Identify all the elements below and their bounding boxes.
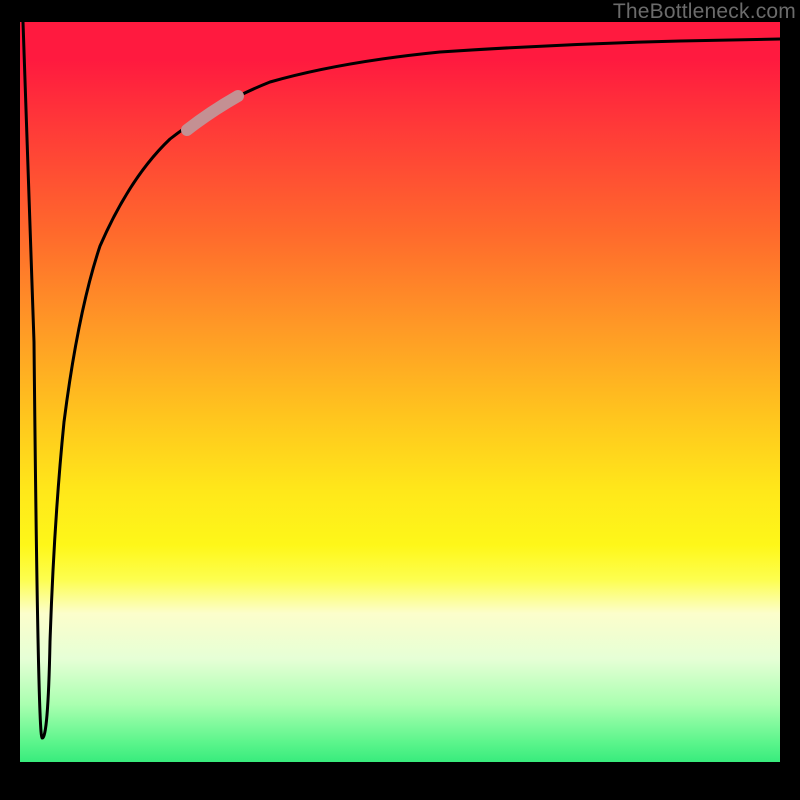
plot-area bbox=[20, 22, 780, 780]
chart-frame: TheBottleneck.com bbox=[0, 0, 800, 800]
watermark-text: TheBottleneck.com bbox=[613, 0, 796, 24]
bottleneck-curve bbox=[23, 22, 780, 738]
curve-highlight-segment bbox=[187, 96, 238, 130]
curve-layer bbox=[20, 22, 780, 780]
plot-bottom-black-bar bbox=[20, 762, 780, 780]
